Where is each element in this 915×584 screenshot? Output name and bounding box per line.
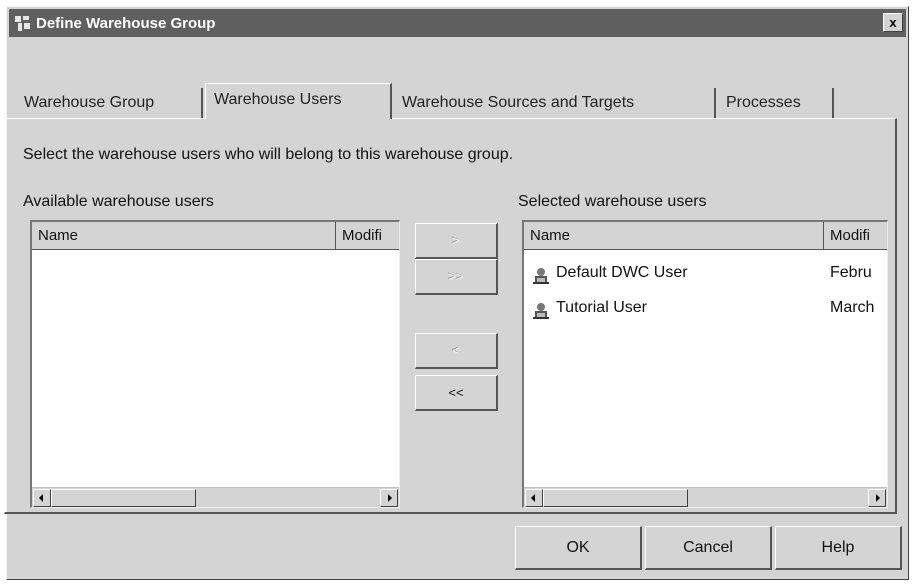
- horizontal-scrollbar[interactable]: [524, 487, 887, 507]
- tab-warehouse-users[interactable]: Warehouse Users: [205, 83, 392, 119]
- tab-processes[interactable]: Processes: [718, 88, 834, 118]
- selected-users-label: Selected warehouse users: [518, 193, 707, 210]
- remove-all-button[interactable]: <<: [415, 375, 498, 411]
- close-icon: x: [889, 15, 897, 30]
- add-all-button[interactable]: >>: [415, 259, 498, 295]
- tab-label: Warehouse Sources and Targets: [402, 94, 635, 111]
- ok-button[interactable]: OK: [515, 526, 642, 570]
- column-header-label: Modifi: [830, 227, 871, 244]
- tab-warehouse-sources-and-targets[interactable]: Warehouse Sources and Targets: [394, 88, 716, 118]
- user-modified: March: [830, 299, 875, 316]
- selected-users-list[interactable]: Name Modifi Default DWC User Febru Tutor…: [522, 220, 888, 508]
- scrollbar-thumb[interactable]: [51, 489, 196, 507]
- scroll-left-icon[interactable]: [33, 489, 51, 507]
- remove-button[interactable]: <: [415, 333, 498, 369]
- user-icon: [533, 268, 549, 284]
- instruction-text: Select the warehouse users who will belo…: [23, 146, 514, 163]
- window-title: Define Warehouse Group: [36, 14, 216, 32]
- horizontal-scrollbar[interactable]: [32, 487, 399, 507]
- tab-warehouse-group[interactable]: Warehouse Group: [16, 88, 203, 118]
- available-users-label: Available warehouse users: [23, 193, 214, 210]
- user-name: Default DWC User: [556, 264, 688, 281]
- title-bar: Define Warehouse Group x: [9, 9, 906, 37]
- column-header-modified[interactable]: Modifi: [336, 222, 399, 250]
- tab-label: Warehouse Group: [24, 94, 155, 111]
- scroll-right-icon[interactable]: [868, 489, 886, 507]
- scrollbar-thumb[interactable]: [543, 489, 688, 507]
- column-header-modified[interactable]: Modifi: [824, 222, 887, 250]
- column-header-name[interactable]: Name: [32, 222, 336, 250]
- tab-label: Processes: [726, 94, 801, 111]
- scroll-left-icon[interactable]: [525, 489, 543, 507]
- close-button[interactable]: x: [883, 13, 903, 32]
- tab-label: Warehouse Users: [214, 91, 342, 108]
- column-header-label: Name: [530, 227, 571, 244]
- scroll-right-icon[interactable]: [380, 489, 398, 507]
- available-users-list[interactable]: Name Modifi: [30, 220, 400, 508]
- column-header-label: Name: [38, 227, 79, 244]
- cancel-button[interactable]: Cancel: [645, 526, 772, 570]
- user-name: Tutorial User: [556, 299, 647, 316]
- list-item[interactable]: Tutorial User March: [524, 299, 887, 323]
- add-button[interactable]: >: [415, 223, 498, 259]
- help-button[interactable]: Help: [775, 526, 902, 570]
- user-icon: [533, 303, 549, 319]
- column-header-name[interactable]: Name: [524, 222, 824, 250]
- column-header-label: Modifi: [342, 227, 383, 244]
- warehouse-app-icon: [14, 14, 32, 32]
- user-modified: Febru: [830, 264, 872, 281]
- list-item[interactable]: Default DWC User Febru: [524, 264, 887, 288]
